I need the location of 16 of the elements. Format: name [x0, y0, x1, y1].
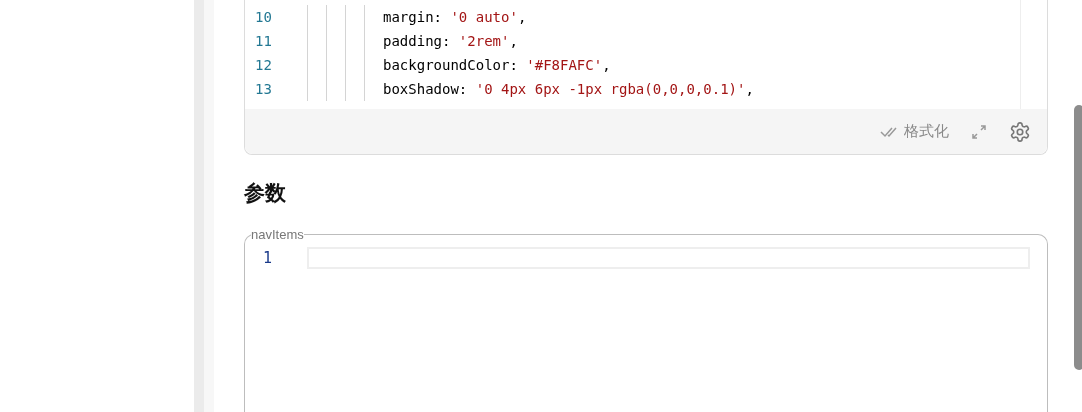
double-check-icon	[880, 125, 900, 138]
code-editor[interactable]: 10 margin: '0 auto', 11 padding: '2rem', 12 backgroundColor: '#F8FAFC', 13 boxShadow: '0 4px 6px -1px rgba(0,0,0,0.1)', 格式化	[244, 0, 1048, 155]
code-line: margin: '0 auto',	[383, 7, 527, 27]
section-title: 参数	[244, 180, 287, 206]
settings-icon[interactable]	[1009, 120, 1031, 143]
code-line: backgroundColor: '#F8FAFC',	[383, 55, 611, 75]
line-number: 10	[254, 7, 273, 27]
scrollbar-thumb[interactable]	[1074, 105, 1082, 370]
line-number: 13	[254, 79, 273, 99]
field-label: navItems	[251, 225, 304, 244]
line-number: 1	[262, 247, 274, 269]
line-number: 11	[254, 31, 273, 51]
code-line: padding: '2rem',	[383, 31, 518, 51]
expand-icon[interactable]	[971, 123, 987, 140]
line-number: 12	[254, 55, 273, 75]
code-line: boxShadow: '0 4px 6px -1px rgba(0,0,0,0.1)',	[383, 79, 754, 99]
